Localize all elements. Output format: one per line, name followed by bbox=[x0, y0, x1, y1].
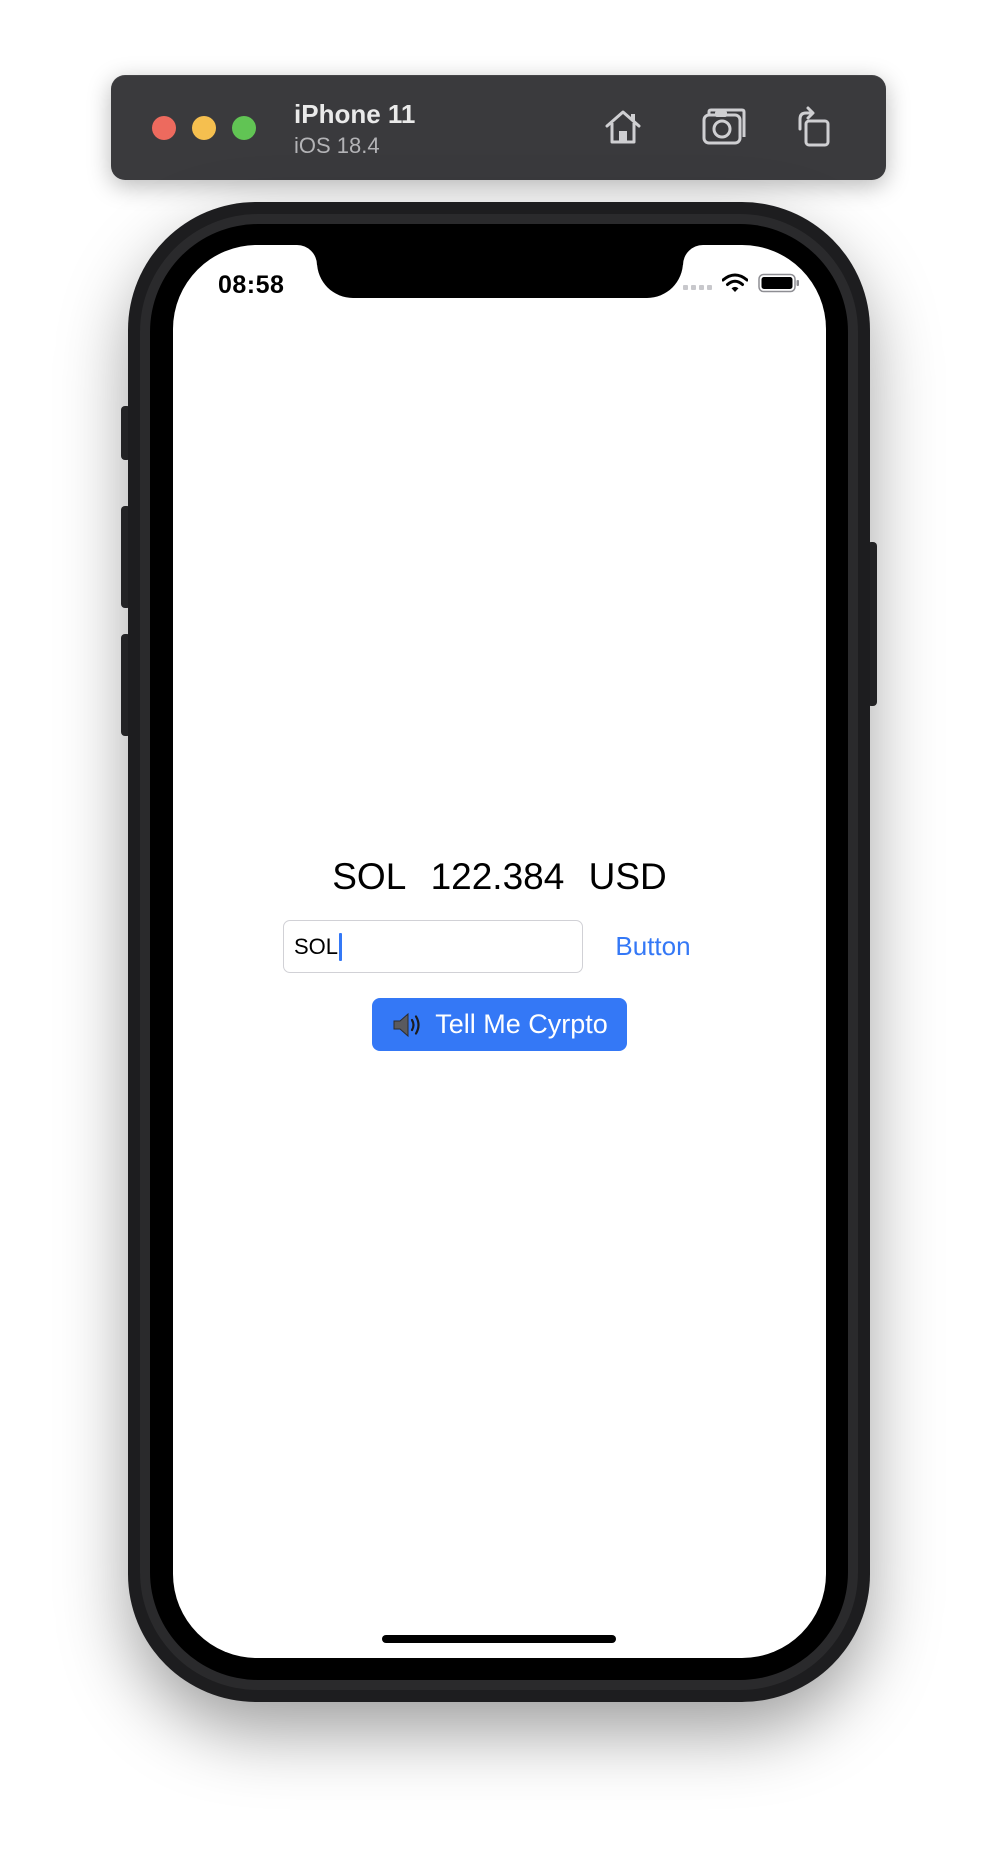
screenshot-icon bbox=[702, 108, 746, 145]
status-icons bbox=[683, 273, 800, 293]
tell-me-crypto-button[interactable]: Tell Me Cyrpto bbox=[372, 998, 627, 1051]
home-icon bbox=[605, 110, 641, 144]
os-version: iOS 18.4 bbox=[294, 133, 380, 158]
home-button[interactable] bbox=[597, 101, 649, 153]
zoom-window-button[interactable] bbox=[232, 116, 256, 140]
battery-icon bbox=[758, 273, 799, 293]
cellular-signal-icon bbox=[683, 276, 712, 290]
price-symbol: SOL bbox=[332, 856, 407, 897]
minimize-window-button[interactable] bbox=[192, 116, 216, 140]
home-indicator[interactable] bbox=[382, 1635, 616, 1643]
price-label: SOL 122.384 USD bbox=[173, 855, 826, 899]
close-window-button[interactable] bbox=[152, 116, 176, 140]
screenshot-button[interactable] bbox=[698, 101, 750, 153]
rotate-button[interactable] bbox=[788, 101, 840, 153]
rotate-icon bbox=[798, 106, 830, 147]
symbol-input[interactable]: SOL bbox=[283, 920, 583, 973]
symbol-input-value: SOL bbox=[294, 933, 339, 959]
status-time: 08:58 bbox=[218, 271, 285, 299]
wifi-icon bbox=[722, 273, 748, 292]
simulator-window: iPhone 11 iOS 18.4 08:58 SOL 122.384 USD… bbox=[0, 0, 998, 1852]
speaker-icon bbox=[393, 1012, 420, 1037]
simulator-toolbar: iPhone 11 iOS 18.4 bbox=[111, 75, 886, 180]
device-name: iPhone 11 bbox=[294, 99, 416, 129]
fetch-button[interactable]: Button bbox=[603, 923, 703, 969]
price-currency: USD bbox=[588, 856, 667, 897]
phone-screen: 08:58 SOL 122.384 USD SOL Button Tell Me… bbox=[173, 245, 826, 1658]
tell-me-crypto-label: Tell Me Cyrpto bbox=[435, 1009, 608, 1039]
notch bbox=[317, 245, 683, 298]
price-value: 122.384 bbox=[430, 856, 565, 897]
text-cursor bbox=[339, 932, 343, 961]
